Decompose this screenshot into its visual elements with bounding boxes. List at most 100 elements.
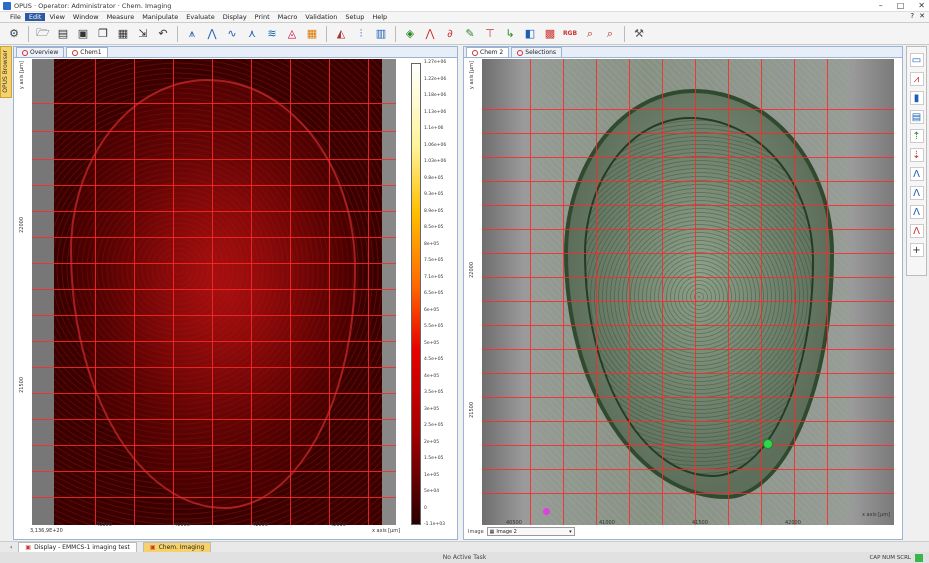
lambda-icon[interactable]: Λ <box>909 167 924 181</box>
heat-icon[interactable]: ▩ <box>542 26 558 42</box>
help-icon[interactable]: ? <box>910 12 914 20</box>
tab-chem2[interactable]: Chem 2 <box>466 47 510 57</box>
grid-line-vertical <box>728 59 729 525</box>
spectrum-icon[interactable]: ≋ <box>264 26 280 42</box>
zoom-out-icon[interactable]: ⌕ <box>602 26 618 42</box>
colorbar-tick-label: 5e+04 <box>424 489 440 494</box>
compare-icon[interactable]: ◧ <box>522 26 538 42</box>
tab-icon <box>517 49 524 56</box>
x-axis-label: x axis [µm] <box>862 512 891 518</box>
grid-line-horizontal <box>482 445 894 446</box>
folder-icon[interactable]: ▤ <box>55 26 71 42</box>
menu-help[interactable]: Help <box>368 13 391 21</box>
tab-overview[interactable]: Overview <box>16 47 65 57</box>
x-tick: 41000 <box>599 520 615 526</box>
magenta-marker[interactable] <box>543 508 550 515</box>
nav-arrow-icon[interactable]: ‹ <box>10 544 12 551</box>
table-icon[interactable]: ▥ <box>373 26 389 42</box>
minimize-button[interactable]: – <box>879 1 883 10</box>
window-title: OPUS · Operator: Administrator · Chem. I… <box>14 1 172 10</box>
derivative-icon[interactable]: ∂ <box>442 26 458 42</box>
peak-pick-icon[interactable]: ⩚ <box>184 26 200 42</box>
menu-view[interactable]: View <box>45 13 68 21</box>
map-icon[interactable]: ◭ <box>333 26 349 42</box>
peak-up-icon[interactable]: ⇡ <box>909 129 924 143</box>
cross-icon[interactable]: + <box>909 243 924 257</box>
measurement-grid <box>482 59 894 525</box>
menu-display[interactable]: Display <box>219 13 251 21</box>
menu-evaluate[interactable]: Evaluate <box>182 13 218 21</box>
lambda-red-icon[interactable]: Λ <box>909 224 924 238</box>
spectrum-view-icon[interactable]: ▭ <box>909 53 924 67</box>
tab-icon <box>22 49 28 56</box>
menu-macro[interactable]: Macro <box>274 13 302 21</box>
table-view-icon[interactable]: ▤ <box>909 110 924 124</box>
rgb-icon[interactable]: RGB <box>562 26 578 42</box>
filter-icon[interactable]: ⊤ <box>482 26 498 42</box>
absorbance-icon[interactable]: ⩘ <box>909 72 924 86</box>
colorbar-tick-label: 8.9e+05 <box>424 208 444 214</box>
maximize-button[interactable]: □ <box>897 1 905 10</box>
colorbar-ticks: 1.27e+06 1.22e+06 1.18e+06 1.13e+06 1.1e+06 1… <box>424 60 458 527</box>
line-fit-icon[interactable]: ⋀ <box>422 26 438 42</box>
menu-edit[interactable]: Edit <box>24 13 46 21</box>
grid-line-vertical <box>95 59 96 525</box>
y-tick: 21500 <box>19 377 25 393</box>
close-button[interactable]: ✕ <box>918 1 925 10</box>
atr-icon[interactable]: ◬ <box>284 26 300 42</box>
smooth-icon[interactable]: ∿ <box>224 26 240 42</box>
menu-manipulate[interactable]: Manipulate <box>138 13 182 21</box>
undo-icon[interactable]: ↶ <box>155 26 171 42</box>
menu-file[interactable]: File <box>6 13 25 21</box>
opus-browser-tab[interactable]: OPUS Browser <box>0 46 12 98</box>
gear-icon[interactable]: ⚙ <box>6 26 22 42</box>
peak-down-icon[interactable]: ⇣ <box>909 148 924 162</box>
tool-icon[interactable]: ⚒ <box>631 26 647 42</box>
save-icon[interactable]: ▣ <box>75 26 91 42</box>
layers-icon[interactable]: ◈ <box>402 26 418 42</box>
y-tick: 22000 <box>19 217 25 233</box>
menu-validation[interactable]: Validation <box>301 13 341 21</box>
tab-chem-imaging[interactable]: ▣ Chem. Imaging <box>142 541 212 553</box>
image-dropdown[interactable]: ▦ Image 2 ▾ <box>486 527 575 536</box>
rgb-stack-icon[interactable]: ↳ <box>502 26 518 42</box>
colorbar-tick-label: 5e+05 <box>424 340 440 346</box>
lambda-icon[interactable]: Λ <box>909 186 924 200</box>
toolbar-separator <box>28 25 29 42</box>
zoom-in-icon[interactable]: ⌕ <box>582 26 598 42</box>
tab-icon <box>72 49 79 56</box>
tab-selections[interactable]: Selections <box>511 47 563 57</box>
status-text: No Active Task <box>442 554 487 561</box>
folder-open-icon[interactable]: 🗁 <box>35 26 51 42</box>
spectra-icon[interactable]: ✎ <box>462 26 478 42</box>
menu-setup[interactable]: Setup <box>341 13 368 21</box>
grid-line-vertical <box>173 59 174 525</box>
green-marker[interactable] <box>763 439 773 449</box>
toolbar-separator <box>624 25 625 42</box>
menu-measure[interactable]: Measure <box>103 13 139 21</box>
peaks-icon[interactable]: ⋏ <box>244 26 260 42</box>
baseline-icon[interactable]: ⋀ <box>204 26 220 42</box>
status-right: CAP NUM SCRL <box>869 553 923 562</box>
grid-line-horizontal <box>482 373 894 374</box>
chemical-image-red[interactable] <box>32 59 396 525</box>
visible-image[interactable] <box>482 59 894 525</box>
grid-icon[interactable]: ▦ <box>304 26 320 42</box>
menu-window[interactable]: Window <box>69 13 103 21</box>
close-icon[interactable]: ✕ <box>919 12 925 20</box>
image-icon: ▦ <box>489 528 495 535</box>
lambda-icon[interactable]: Λ <box>909 205 924 219</box>
grid-line-horizontal <box>482 325 894 326</box>
grid-line-horizontal <box>482 157 894 158</box>
grid-line-horizontal <box>32 393 396 394</box>
tab-chem1[interactable]: Chem1 <box>66 47 108 57</box>
bar-chart-icon[interactable]: ▮ <box>909 91 924 105</box>
grid-line-horizontal <box>482 229 894 230</box>
save-as-icon[interactable]: ▦ <box>115 26 131 42</box>
menu-print[interactable]: Print <box>251 13 274 21</box>
tab-display[interactable]: ▣ Display - EMMCS-1 imaging test <box>18 541 137 553</box>
import-icon[interactable]: ⇲ <box>135 26 151 42</box>
x-axis-label: x axis [µm] <box>372 528 401 534</box>
copy-icon[interactable]: ❐ <box>95 26 111 42</box>
chart-icon[interactable]: ⫶ <box>353 26 369 42</box>
